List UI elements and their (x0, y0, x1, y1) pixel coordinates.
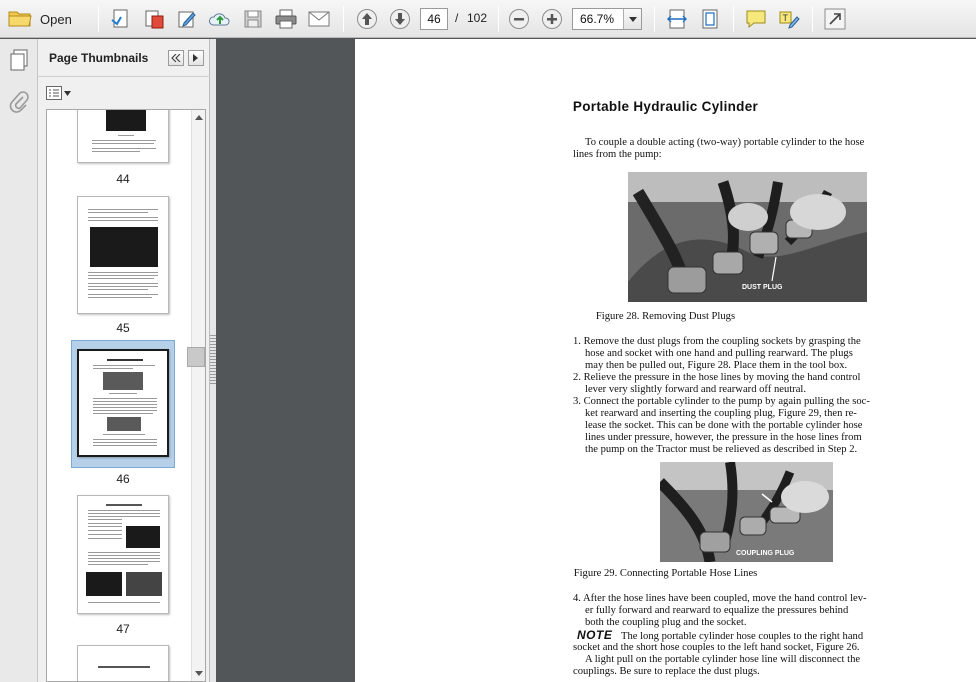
svg-text:T: T (783, 13, 789, 23)
zoom-in-icon[interactable] (539, 6, 565, 32)
step-line: 4. After the hose lines have been couple… (573, 593, 867, 604)
comment-icon[interactable] (743, 6, 769, 32)
divider (498, 6, 499, 32)
divider (98, 6, 99, 32)
note-line: socket and the short hose couples to the… (573, 642, 860, 653)
step-line: 1. Remove the dust plugs from the coupli… (573, 336, 861, 347)
figure-29-label: COUPLING PLUG (736, 550, 795, 557)
fit-page-icon[interactable] (697, 6, 723, 32)
divider (812, 6, 813, 32)
figure-29-caption: Figure 29. Connecting Portable Hose Line… (573, 568, 758, 579)
thumbnail-page-44[interactable] (77, 110, 169, 163)
figure-28-image: DUST PLUG (628, 172, 867, 302)
save-icon[interactable] (240, 6, 266, 32)
page-separator: / (455, 11, 459, 25)
upload-cloud-icon[interactable] (207, 6, 233, 32)
chevron-right-icon (193, 54, 198, 62)
thumbnail-page-45[interactable] (77, 196, 169, 314)
pages-icon[interactable] (9, 49, 29, 76)
thumbnail-list[interactable]: 44 45 46 47 (46, 109, 206, 682)
thumbnail-page-46[interactable] (77, 349, 169, 457)
thumbnail-scrollbar[interactable] (191, 110, 205, 681)
expand-icon[interactable] (822, 6, 848, 32)
print-icon[interactable] (273, 6, 299, 32)
scroll-thumb[interactable] (187, 347, 205, 367)
intro-line: To couple a double acting (two-way) port… (585, 137, 865, 148)
thumbnail-label-45: 45 (116, 321, 130, 335)
collapse-panel-button[interactable] (168, 50, 184, 66)
figure-28-caption: Figure 28. Removing Dust Plugs (595, 311, 736, 322)
document-view[interactable]: Portable Hydraulic Cylinder To couple a … (216, 39, 976, 682)
combine-files-icon[interactable] (141, 6, 167, 32)
document-title: Portable Hydraulic Cylinder (572, 99, 759, 114)
figure-29-image: COUPLING PLUG (660, 462, 833, 562)
fit-width-icon[interactable] (664, 6, 690, 32)
step-line: lines under pressure, however, the press… (585, 432, 862, 443)
step-line: er fully forward and rearward to equaliz… (585, 605, 849, 616)
next-page-icon[interactable] (387, 6, 413, 32)
open-button[interactable]: Open (8, 6, 72, 32)
options-list-icon (46, 86, 62, 100)
pdf-page: Portable Hydraulic Cylinder To couple a … (355, 39, 976, 682)
intro-line: lines from the pump: (573, 149, 662, 160)
chevron-down-icon (195, 671, 203, 676)
edit-icon[interactable] (174, 6, 200, 32)
zoom-select[interactable]: 66.7% (572, 8, 642, 30)
divider (654, 6, 655, 32)
thumbnail-label-47: 47 (116, 622, 130, 636)
step-line: 3. Connect the portable cylinder to the … (573, 396, 870, 407)
divider (733, 6, 734, 32)
divider (343, 6, 344, 32)
email-icon[interactable] (306, 6, 332, 32)
thumbnail-page-48[interactable] (77, 645, 169, 681)
thumbnail-options-button[interactable] (46, 84, 74, 102)
note-text: The long portable cylinder hose couples … (621, 631, 864, 642)
folder-icon (8, 8, 32, 31)
figure-28-label: DUST PLUG (742, 284, 783, 291)
step-line: 2. Relieve the pressure in the hose line… (573, 372, 861, 383)
panel-title: Page Thumbnails (49, 51, 149, 65)
previous-page-icon[interactable] (354, 6, 380, 32)
chevron-down-icon[interactable] (623, 9, 641, 29)
attachment-icon[interactable] (9, 91, 29, 120)
step-line: the pump on the Tractor must be relieved… (585, 444, 858, 455)
navigation-rail (0, 39, 38, 682)
toolbar: Open 46 / 102 66.7% T (0, 0, 976, 38)
highlight-icon[interactable]: T (776, 6, 802, 32)
step-line: hose and socket with one hand and pullin… (585, 348, 853, 359)
page-number-input[interactable]: 46 (420, 8, 448, 30)
note-line: A light pull on the portable cylinder ho… (585, 654, 861, 665)
page-total: 102 (467, 11, 488, 25)
zoom-value: 66.7% (580, 12, 615, 26)
thumbnail-page-47[interactable] (77, 495, 169, 614)
expand-panel-button[interactable] (188, 50, 204, 66)
note-line: couplings. Be sure to replace the dust p… (573, 666, 760, 677)
create-pdf-icon[interactable] (108, 6, 134, 32)
thumbnail-label-46: 46 (116, 472, 130, 486)
thumbnail-label-44: 44 (116, 172, 130, 186)
step-line: ket rearward and inserting the coupling … (585, 408, 857, 419)
open-label: Open (40, 11, 72, 27)
chevron-down-icon (64, 90, 71, 96)
double-chevron-left-icon (171, 54, 181, 62)
step-line: may then be pulled out, Figure 28. Place… (585, 360, 848, 371)
chevron-up-icon (195, 115, 203, 120)
thumbnail-panel: Page Thumbnails 44 45 46 47 (38, 39, 210, 682)
note-heading: NOTE (577, 628, 613, 642)
zoom-out-icon[interactable] (506, 6, 532, 32)
step-line: lever very slightly forward and rearward… (585, 384, 807, 395)
step-line: lease the socket. This can be done with … (585, 420, 863, 431)
panel-header: Page Thumbnails (38, 39, 210, 77)
